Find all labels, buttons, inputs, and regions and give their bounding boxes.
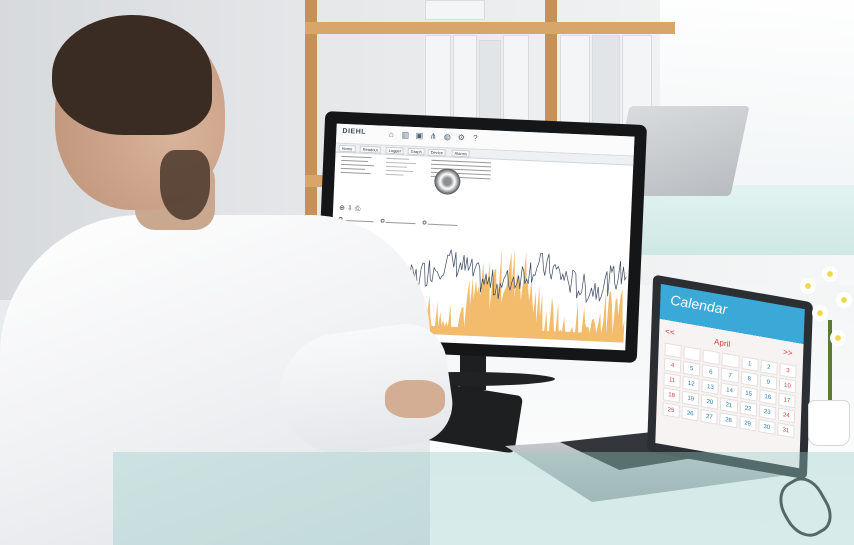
calendar-day[interactable]: . — [702, 349, 721, 366]
calendar-day[interactable]: 21 — [720, 397, 738, 414]
tab-graph[interactable]: Graph — [407, 147, 425, 156]
calendar-day[interactable]: 5 — [682, 360, 701, 377]
calendar-day[interactable]: 19 — [681, 390, 700, 407]
tab-alarms[interactable]: Alarms — [451, 149, 471, 158]
person-beard — [160, 150, 210, 220]
device-icon[interactable]: ▣ — [414, 131, 424, 141]
calendar-day[interactable]: 26 — [681, 405, 700, 422]
calendar-day[interactable]: 23 — [758, 404, 777, 421]
radio-icon[interactable] — [422, 220, 427, 225]
alarm-icon[interactable]: ◍ — [442, 132, 452, 142]
person-hair — [52, 15, 212, 135]
orchid-flower — [830, 330, 846, 346]
radio-icon[interactable] — [380, 218, 385, 223]
calendar-day[interactable]: 2 — [760, 359, 778, 376]
zoom-icon[interactable]: ⊕ — [339, 205, 345, 212]
orchid-flower — [822, 266, 838, 282]
calendar-day[interactable]: 18 — [662, 387, 681, 404]
calendar-day[interactable]: 28 — [719, 412, 738, 429]
export-icon[interactable]: ⇩ — [347, 205, 353, 212]
calendar-month: April — [713, 337, 731, 349]
device-info-panel — [340, 155, 492, 203]
home-icon[interactable]: ⌂ — [386, 130, 396, 140]
help-icon[interactable]: ? — [470, 133, 480, 143]
calendar-day[interactable]: 13 — [701, 379, 720, 396]
network-icon[interactable]: ⋔ — [428, 132, 438, 142]
tab-logger[interactable]: Logger — [385, 146, 405, 155]
calendar-day[interactable]: 20 — [701, 394, 719, 410]
tab-home[interactable]: Home — [338, 144, 356, 153]
shelf-board — [305, 22, 675, 34]
orchid-flower — [836, 292, 852, 308]
calendar-day[interactable]: 9 — [759, 374, 778, 391]
calendar-day[interactable]: 17 — [778, 392, 796, 409]
calendar-grid: ....123456789101112131415161718192021222… — [662, 342, 797, 439]
calendar-day[interactable]: 10 — [778, 377, 797, 394]
calendar-day[interactable]: 6 — [702, 364, 720, 381]
calendar-day[interactable]: 3 — [779, 362, 797, 379]
settings-icon[interactable]: ⚙ — [456, 133, 466, 143]
calendar-day[interactable]: 24 — [777, 407, 796, 424]
vase — [808, 400, 850, 446]
calendar-title: Calendar — [670, 291, 728, 318]
person-hand — [385, 380, 445, 418]
laptop-screen: Calendar << April >> ....123456789101112… — [655, 283, 805, 469]
calendar-day[interactable]: 1 — [740, 355, 759, 372]
calendar-day[interactable]: 15 — [739, 385, 758, 402]
calendar-day[interactable]: 25 — [662, 402, 680, 419]
calendar-day[interactable]: 31 — [777, 422, 795, 439]
calendar-day[interactable]: . — [683, 345, 702, 362]
orchid-flower — [800, 278, 816, 294]
calendar-day[interactable]: 14 — [720, 382, 739, 399]
calendar-next-button[interactable]: >> — [783, 347, 793, 358]
calendar-day[interactable]: 11 — [663, 372, 681, 389]
calendar-day[interactable]: 27 — [700, 408, 719, 425]
photo-scene: DIEHL ⌂ ▥ ▣ ⋔ ◍ ⚙ ? Home Readout Logger … — [0, 0, 854, 545]
calendar-day[interactable]: 7 — [721, 367, 739, 384]
calendar-day[interactable]: 12 — [682, 375, 701, 392]
teal-overlay — [113, 452, 854, 545]
calendar-day[interactable]: . — [721, 352, 740, 369]
laptop: Calendar << April >> ....123456789101112… — [646, 274, 814, 480]
print-icon[interactable]: ⎙ — [355, 205, 361, 212]
calendar-prev-button[interactable]: << — [665, 327, 675, 338]
calendar-day[interactable]: 29 — [738, 415, 757, 432]
calendar-day[interactable]: 4 — [663, 357, 682, 374]
calendar-day[interactable]: 16 — [758, 389, 777, 406]
chart-icon[interactable]: ▥ — [400, 130, 410, 140]
binder — [425, 0, 485, 20]
calendar-day[interactable]: . — [664, 342, 682, 359]
calendar-day[interactable]: 22 — [739, 400, 757, 417]
app-logo: DIEHL — [342, 127, 367, 136]
orchid-flower — [812, 305, 828, 321]
tab-device[interactable]: Device — [427, 148, 447, 157]
calendar-day[interactable]: 8 — [740, 370, 758, 387]
tab-readout[interactable]: Readout — [359, 145, 381, 154]
calendar-day[interactable]: 30 — [757, 419, 776, 435]
